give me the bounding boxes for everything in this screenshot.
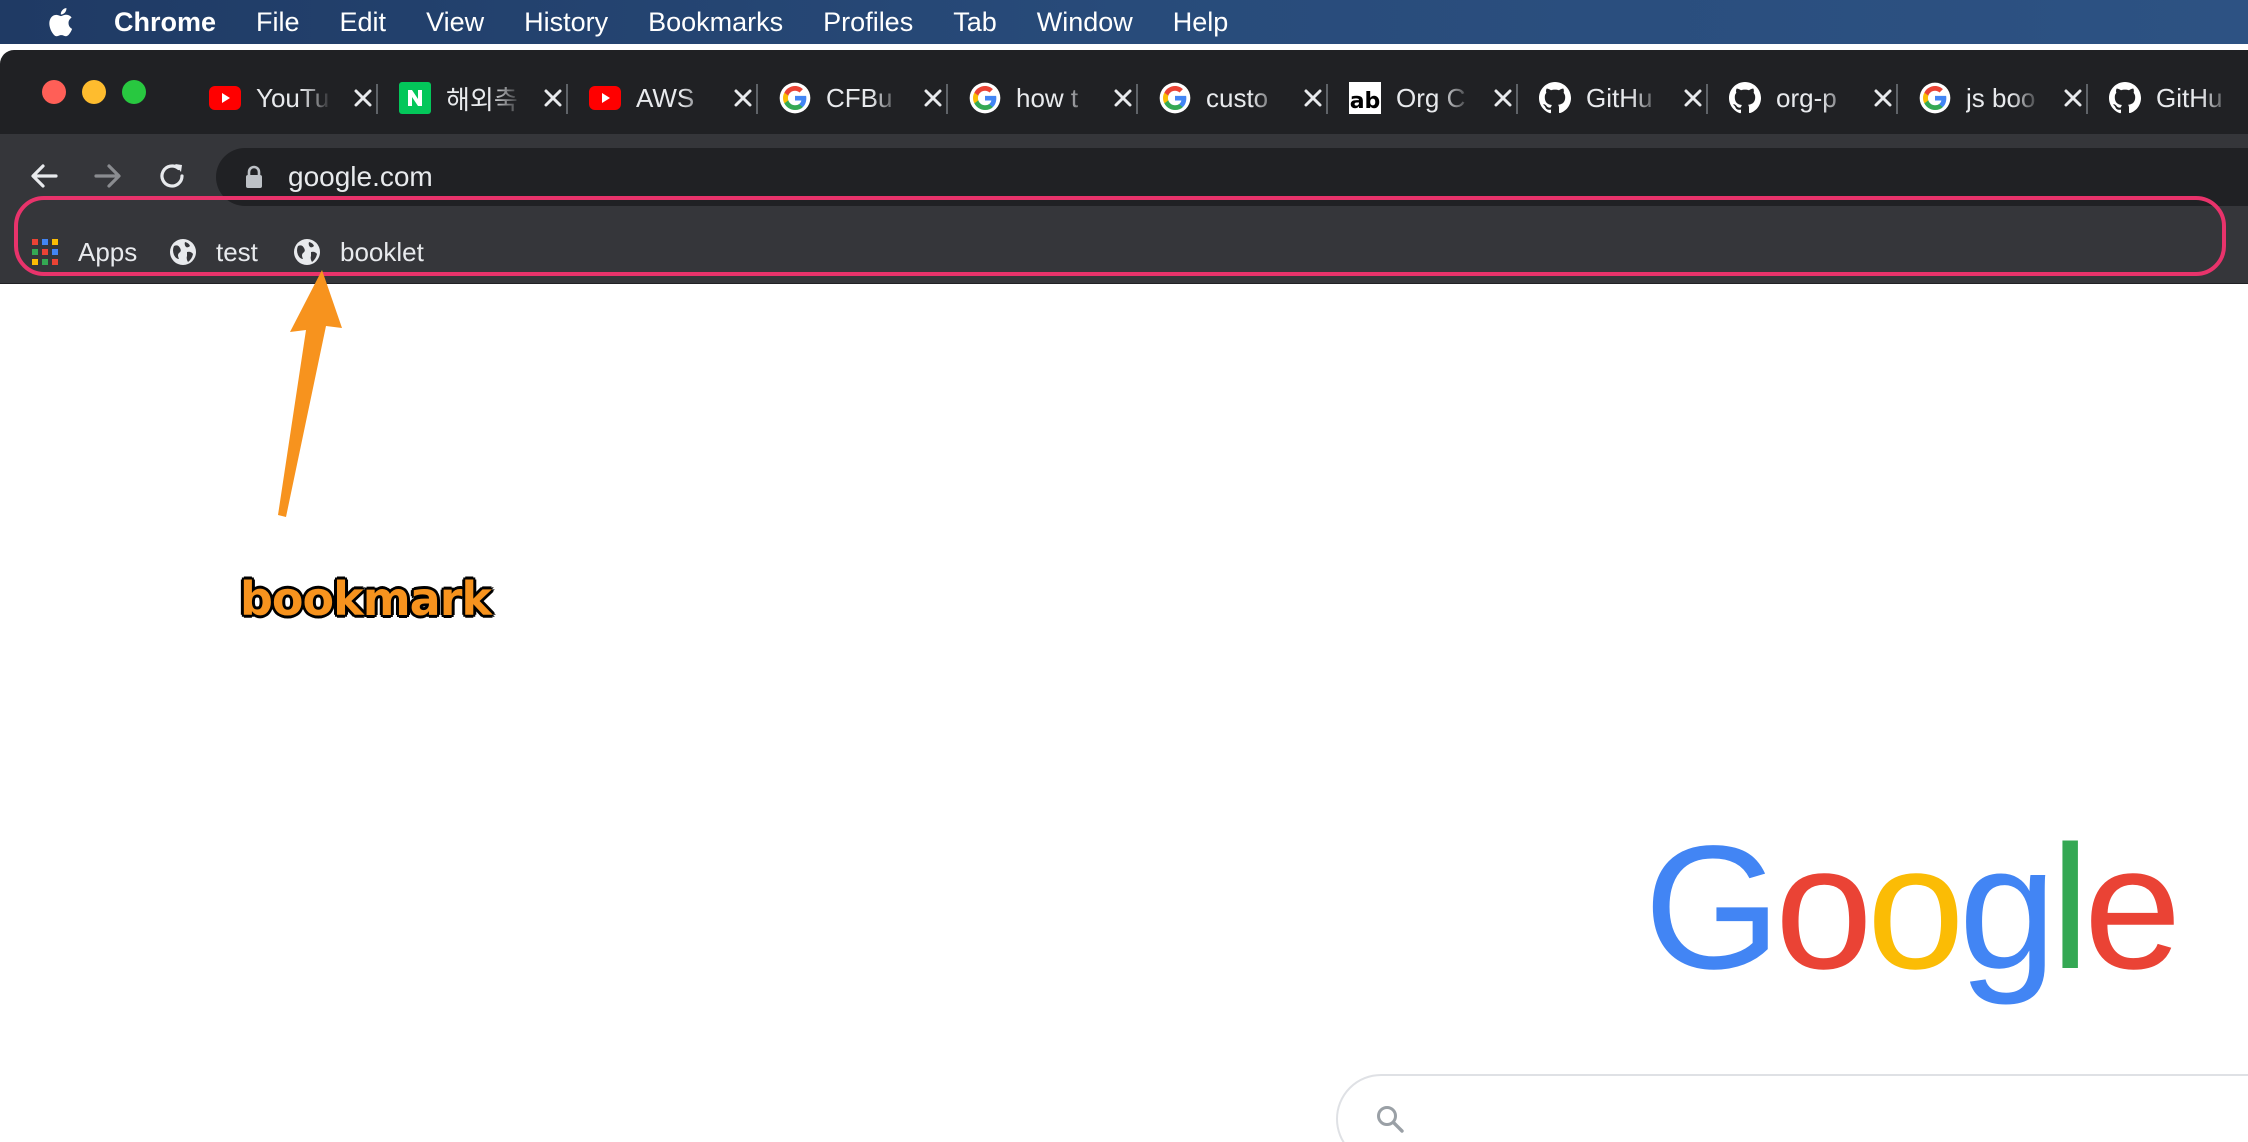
tab-title: how t (1016, 82, 1079, 113)
tab-title: GitHu (2156, 82, 2223, 113)
tab-google-how[interactable]: how t (968, 76, 1158, 120)
tab-org[interactable]: ab Org C (1348, 76, 1538, 120)
menu-app-chrome[interactable]: Chrome (114, 0, 216, 44)
menu-edit[interactable]: Edit (340, 0, 387, 44)
apple-logo-icon[interactable] (40, 0, 80, 44)
window-close-button[interactable] (42, 80, 66, 104)
bookmark-label: test (216, 236, 258, 267)
reload-button[interactable] (152, 156, 192, 196)
tab-separator (2086, 84, 2088, 114)
tab-org-p[interactable]: org-p (1728, 76, 1918, 120)
tab-github[interactable]: GitHu (1538, 76, 1728, 120)
google-icon (1158, 81, 1192, 115)
tab-google-cfbu[interactable]: CFBu (778, 76, 968, 120)
svg-text:Google: Google (1644, 830, 2176, 1006)
back-arrow-icon (31, 164, 58, 188)
tab-separator (946, 84, 948, 114)
tab-separator (756, 84, 758, 114)
tab-title: CFBu (826, 82, 893, 113)
tab-title: 해외축 (446, 84, 518, 115)
close-icon[interactable] (1490, 85, 1516, 111)
close-icon[interactable] (920, 85, 946, 111)
tab-separator (1136, 84, 1138, 114)
google-logo: Google (1644, 830, 2182, 1006)
search-icon (1372, 1101, 1408, 1137)
google-icon (968, 81, 1002, 115)
window-maximize-button[interactable] (122, 80, 146, 104)
forward-arrow-icon (94, 164, 121, 188)
menu-bookmarks[interactable]: Bookmarks (648, 0, 783, 44)
forward-button[interactable] (88, 156, 128, 196)
bookmark-label: Apps (78, 236, 138, 267)
address-bar[interactable]: google.com (216, 148, 2248, 206)
tab-google-custo[interactable]: custo (1158, 76, 1348, 120)
google-icon (1918, 81, 1952, 115)
ab-icon: ab (1348, 81, 1382, 115)
tab-naver[interactable]: 해외축 (398, 76, 588, 120)
tab-separator (376, 84, 378, 114)
close-icon[interactable] (540, 85, 566, 111)
macos-menu-bar: Chrome File Edit View History Bookmarks … (0, 0, 2248, 44)
tab-title: custo (1206, 82, 1269, 113)
menu-window[interactable]: Window (1037, 0, 1133, 44)
tab-js-booklet[interactable]: js boo (1918, 76, 2108, 120)
menu-history[interactable]: History (524, 0, 608, 44)
close-icon[interactable] (350, 85, 376, 111)
close-icon[interactable] (1110, 85, 1136, 111)
close-icon[interactable] (1870, 85, 1896, 111)
menu-help[interactable]: Help (1173, 0, 1229, 44)
tab-title: AWS (636, 82, 695, 113)
reload-icon (160, 164, 184, 188)
tab-github-2[interactable]: GitHu (2108, 76, 2248, 120)
naver-icon (398, 81, 432, 115)
github-icon (1728, 81, 1762, 115)
lock-icon[interactable] (242, 163, 266, 191)
bookmark-test[interactable]: test (168, 230, 258, 274)
search-input[interactable] (1428, 1089, 2228, 1142)
google-icon (778, 81, 812, 115)
tab-strip: YouTu 해외축 AWS CFBu how t custo ab Org C … (0, 50, 2248, 134)
tab-title: YouTu (256, 82, 330, 113)
github-icon (1538, 81, 1572, 115)
tab-separator (1896, 84, 1898, 114)
github-icon (2108, 81, 2142, 115)
close-icon[interactable] (1300, 85, 1326, 111)
annotation-label: bookmark (240, 572, 492, 626)
youtube-icon (588, 81, 622, 115)
tab-youtube[interactable]: YouTu (208, 76, 398, 120)
tab-title: js boo (1966, 82, 2036, 113)
close-icon[interactable] (2060, 85, 2086, 111)
url-text[interactable]: google.com (288, 161, 433, 193)
tab-separator (1516, 84, 1518, 114)
annotation-arrow-icon (278, 270, 342, 517)
close-icon[interactable] (730, 85, 756, 111)
window-minimize-button[interactable] (82, 80, 106, 104)
apps-grid-icon (30, 237, 60, 267)
tab-separator (1326, 84, 1328, 114)
tab-title: org-p (1776, 82, 1837, 113)
browser-toolbar: google.com (0, 134, 2248, 220)
back-button[interactable] (24, 156, 64, 196)
google-search-box[interactable] (1336, 1074, 2248, 1142)
tab-title: Org C (1396, 82, 1466, 113)
menu-file[interactable]: File (256, 0, 300, 44)
close-icon[interactable] (1680, 85, 1706, 111)
youtube-icon (208, 81, 242, 115)
tab-separator (566, 84, 568, 114)
tab-aws[interactable]: AWS (588, 76, 778, 120)
tab-separator (1706, 84, 1708, 114)
menu-profiles[interactable]: Profiles (823, 0, 913, 44)
globe-icon (168, 237, 198, 267)
menu-view[interactable]: View (426, 0, 484, 44)
tab-title: GitHu (1586, 82, 1653, 113)
menu-tab[interactable]: Tab (953, 0, 997, 44)
svg-text:ab: ab (1350, 89, 1381, 114)
bookmark-apps[interactable]: Apps (30, 230, 137, 274)
